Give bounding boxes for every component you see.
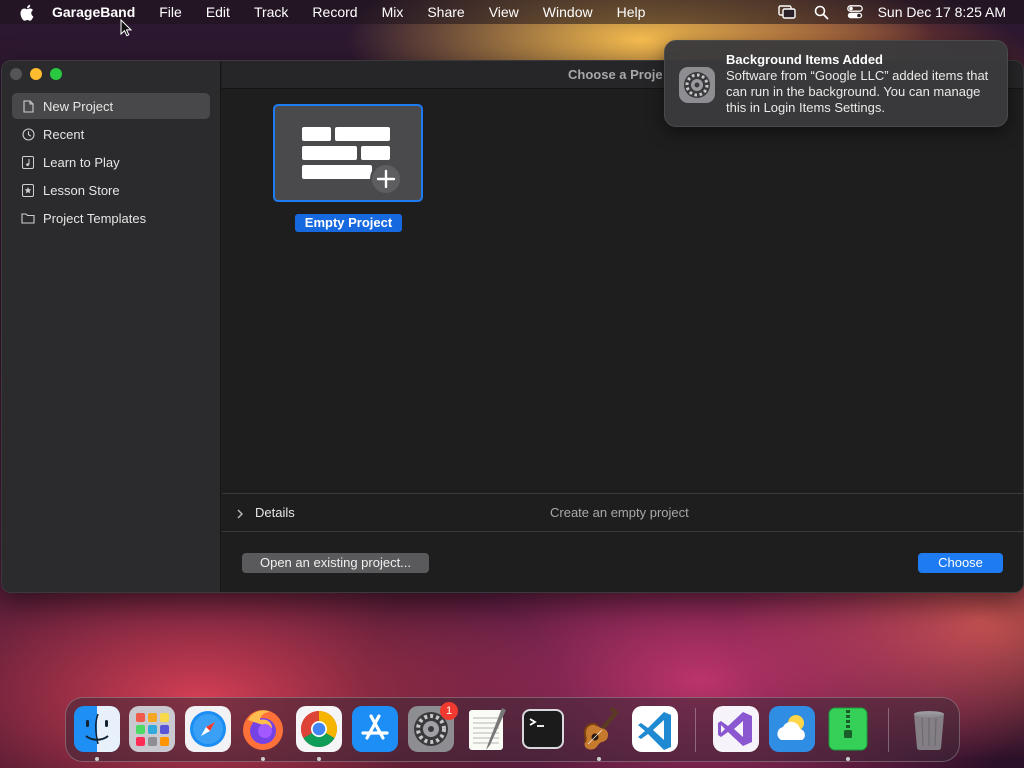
choose-button[interactable]: Choose	[918, 553, 1003, 573]
menu-record[interactable]: Record	[300, 0, 369, 24]
dock: 1	[65, 697, 960, 762]
document-icon	[21, 99, 35, 113]
system-settings-gear-icon	[678, 66, 716, 104]
empty-project-icon	[302, 127, 402, 195]
sidebar-item-label: New Project	[43, 98, 114, 114]
running-indicator	[597, 757, 601, 761]
menu-edit[interactable]: Edit	[194, 0, 242, 24]
open-existing-project-button[interactable]: Open an existing project...	[242, 553, 429, 573]
menu-mix[interactable]: Mix	[370, 0, 416, 24]
sidebar-item-label: Recent	[43, 126, 85, 142]
notification-title: Background Items Added	[726, 52, 883, 67]
disclosure-chevron-icon[interactable]	[236, 506, 244, 524]
details-bar: Details Create an empty project	[222, 493, 1023, 532]
menu-share[interactable]: Share	[415, 0, 476, 24]
trash-icon[interactable]	[906, 706, 952, 752]
template-grid: Empty Project	[222, 89, 1023, 493]
sidebar-item-project-templates[interactable]: Project Templates	[12, 205, 210, 231]
search-icon[interactable]	[814, 5, 829, 20]
terminal-icon[interactable]	[520, 706, 566, 752]
menu-bar: GarageBand File Edit Track Record Mix Sh…	[0, 0, 1024, 24]
control-center-icon[interactable]	[846, 5, 863, 19]
menu-file[interactable]: File	[147, 0, 194, 24]
finder-icon[interactable]	[74, 706, 120, 752]
folder-icon	[21, 211, 35, 225]
clock-icon	[21, 127, 35, 141]
dock-separator	[695, 708, 696, 752]
launchpad-icon[interactable]	[129, 706, 175, 752]
visual-studio-icon[interactable]	[713, 706, 759, 752]
sidebar: New Project Recent Learn to Play Lesson …	[2, 61, 221, 592]
sidebar-item-label: Lesson Store	[43, 182, 120, 198]
window-controls	[10, 68, 62, 80]
music-note-icon	[21, 155, 35, 169]
app-store-icon[interactable]	[352, 706, 398, 752]
close-button[interactable]	[10, 68, 22, 80]
template-description: Create an empty project	[550, 505, 689, 520]
menu-view[interactable]: View	[477, 0, 531, 24]
chrome-icon[interactable]	[296, 706, 342, 752]
details-toggle[interactable]: Details	[255, 505, 295, 520]
weather-icon[interactable]	[769, 706, 815, 752]
star-icon	[21, 183, 35, 197]
menu-window[interactable]: Window	[531, 0, 605, 24]
empty-project-tile[interactable]	[273, 104, 423, 202]
garageband-project-chooser-window: New Project Recent Learn to Play Lesson …	[1, 60, 1024, 593]
running-indicator	[95, 757, 99, 761]
archive-utility-icon[interactable]	[825, 706, 871, 752]
notification-body: Software from “Google LLC” added items t…	[726, 68, 989, 115]
menu-track[interactable]: Track	[242, 0, 300, 24]
menu-app-name[interactable]: GarageBand	[50, 0, 147, 24]
garageband-icon[interactable]	[576, 706, 622, 752]
background-items-notification[interactable]: Background Items Added Software from “Go…	[664, 40, 1008, 127]
menu-clock[interactable]: Sun Dec 17 8:25 AM	[878, 4, 1006, 20]
window-footer: Open an existing project... Choose	[222, 532, 1023, 592]
vscode-icon[interactable]	[632, 706, 678, 752]
sidebar-list: New Project Recent Learn to Play Lesson …	[12, 93, 210, 233]
sidebar-item-new-project[interactable]: New Project	[12, 93, 210, 119]
apple-menu-icon[interactable]	[16, 2, 36, 22]
minimize-button[interactable]	[30, 68, 42, 80]
running-indicator	[846, 757, 850, 761]
maximize-button[interactable]	[50, 68, 62, 80]
sidebar-item-recent[interactable]: Recent	[12, 121, 210, 147]
mouse-pointer-icon	[120, 18, 133, 42]
sidebar-item-label: Project Templates	[43, 210, 147, 226]
firefox-icon[interactable]	[240, 706, 286, 752]
dock-separator	[888, 708, 889, 752]
sidebar-item-learn-to-play[interactable]: Learn to Play	[12, 149, 210, 175]
screen-mirroring-icon[interactable]	[777, 5, 796, 19]
window-title: Choose a Proje	[568, 67, 663, 82]
textedit-icon[interactable]	[464, 706, 510, 752]
notification-badge: 1	[440, 702, 458, 720]
sidebar-item-lesson-store[interactable]: Lesson Store	[12, 177, 210, 203]
running-indicator	[317, 757, 321, 761]
running-indicator	[261, 757, 265, 761]
empty-project-label[interactable]: Empty Project	[295, 214, 402, 232]
menu-help[interactable]: Help	[605, 0, 658, 24]
system-settings-icon[interactable]: 1	[408, 702, 458, 752]
sidebar-item-label: Learn to Play	[43, 154, 120, 170]
safari-icon[interactable]	[185, 706, 231, 752]
